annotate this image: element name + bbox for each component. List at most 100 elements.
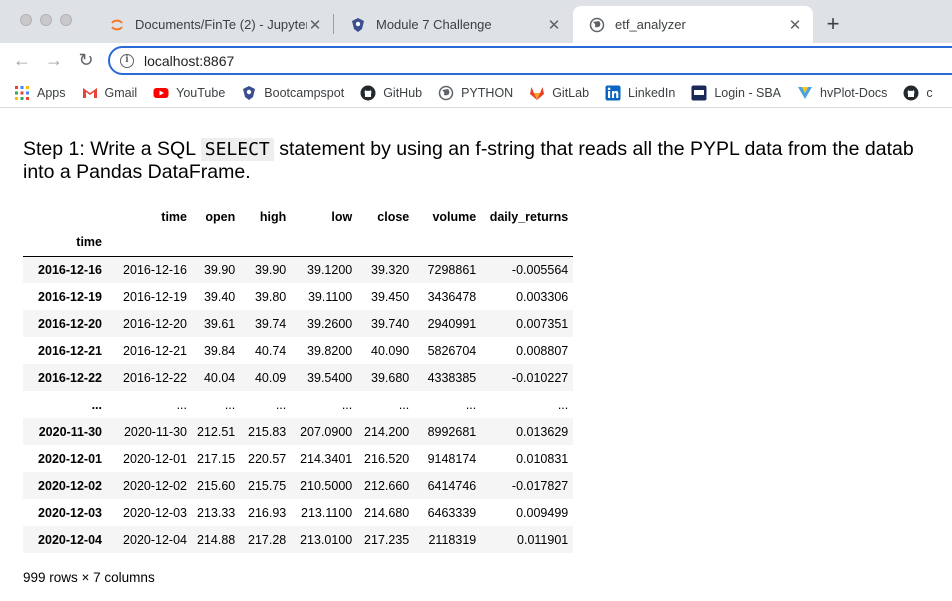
table-cell: ... [398,397,410,412]
table-cell: ... [224,397,236,412]
table-cell: 214.3401 [300,451,353,466]
minimize-window-button[interactable] [40,14,52,26]
url-text[interactable]: localhost:8867 [144,53,234,69]
bookmark-bootcampspot[interactable]: Bootcampspot [241,85,344,101]
table-cell: 213.0100 [300,532,353,547]
bookmark-apps[interactable]: Apps [14,85,66,101]
table-cell: 2016-12-21 [123,343,187,358]
table-cell: 214.680 [364,505,410,520]
column-header: high [259,209,287,224]
bookmark-label: YouTube [176,86,226,100]
table-cell: 39.40 [203,289,236,304]
table-cell: 7298861 [427,262,477,277]
linkedin-icon [605,85,621,101]
row-index: 2020-11-30 [38,424,102,439]
table-cell: 39.1100 [307,289,353,304]
site-info-icon[interactable]: i [120,53,134,68]
table-cell: 2020-11-30 [123,424,187,439]
table-cell: 215.83 [248,424,287,439]
table-row: 2016-12-19 2016-12-19 39.40 39.80 39.1100 39.… [23,283,573,310]
table-cell: 0.003306 [516,289,569,304]
column-header: open [205,209,236,224]
gmail-icon [82,88,97,98]
bookmark-label: Gmail [104,86,138,100]
bookmark-linkedin[interactable]: LinkedIn [605,85,675,101]
bootcamp-icon [243,86,256,100]
table-cell: 6414746 [427,478,477,493]
table-cell: 39.680 [371,370,410,385]
tab-module-7-challenge[interactable]: Module 7 Challenge ✕ [334,6,572,43]
gitlab-icon [530,87,545,100]
table-cell: 0.010831 [516,451,569,466]
blank-header [23,204,107,229]
index-name-row: time [23,229,574,257]
table-cell: -0.017827 [511,478,569,493]
close-window-button[interactable] [20,14,32,26]
tab-close-button[interactable]: ✕ [787,16,803,34]
table-row: 2020-12-01 2020-12-01 217.15 220.57 214.3401… [23,445,573,472]
bookmark-label: Apps [37,86,66,100]
table-cell: 39.90 [254,262,287,277]
tab-close-button[interactable]: ✕ [546,16,562,34]
back-arrow-icon[interactable]: ← [11,49,33,71]
table-cell: 216.93 [248,505,287,520]
forward-arrow-icon[interactable]: → [43,49,65,71]
table-cell: 215.60 [197,478,236,493]
github-icon [360,85,376,101]
table-row: 2020-11-30 2020-11-30 212.51 215.83 207.0900… [23,418,574,445]
tab-etf-analyzer[interactable]: etf_analyzer ✕ [573,6,813,43]
bookmark-label: hvPlot-Docs [820,86,888,100]
table-row: 2020-12-03 2020-12-03 213.33 216.93 213.1100… [23,499,573,526]
column-header-row: time open high low close volume daily_re… [23,204,573,229]
row-index: 2016-12-16 [38,262,102,277]
table-cell: 0.007351 [516,316,569,331]
heading-text: into a Pandas DataFrame. [23,161,251,183]
bookmark-overflow[interactable]: c [903,85,933,101]
bookmark-github[interactable]: GitHub [360,85,422,101]
globe-icon [438,85,454,101]
reload-icon[interactable]: ↻ [75,49,97,71]
browser-toolbar: ← → ↻ i localhost:8867 [0,43,952,79]
table-cell: 0.009499 [516,505,569,520]
column-header: close [377,209,410,224]
table-cell: 39.8200 [307,343,353,358]
table-cell: 212.51 [197,424,236,439]
sba-icon [691,85,707,101]
bookmark-python[interactable]: PYTHON [438,85,513,101]
zoom-window-button[interactable] [60,14,72,26]
table-body: 2016-12-16 2016-12-16 39.90 39.90 39.1200 39.… [23,256,574,553]
bootcamp-icon [352,17,364,32]
bookmark-gitlab[interactable]: GitLab [529,85,589,101]
table-cell: 210.5000 [300,478,353,493]
new-tab-button[interactable]: + [820,12,846,38]
table-cell: 2020-12-02 [123,478,187,493]
table-row: 2020-12-04 2020-12-04 214.88 217.28 213.0100… [23,526,574,553]
table-cell: 3436478 [427,289,477,304]
table-cell: 213.33 [197,505,236,520]
index-name: time [23,229,107,257]
table-cell: 39.5400 [307,370,353,385]
bookmark-youtube[interactable]: YouTube [153,85,225,101]
table-cell: 39.740 [371,316,410,331]
bookmark-label: PYTHON [461,86,514,100]
tab-title: Module 7 Challenge [376,17,492,32]
table-cell: 0.013629 [516,424,569,439]
table-row: 2016-12-22 2016-12-22 40.04 40.09 39.5400 39.… [23,364,574,391]
bookmark-login-sba[interactable]: Login - SBA [691,85,781,101]
table-cell: ... [557,397,569,412]
tab-jupyter[interactable]: Documents/FinTe (2) - Jupyter ✕ [93,6,333,43]
row-index: 2016-12-20 [38,316,102,331]
bookmark-label: GitLab [552,86,590,100]
notebook-content: Step 1: Write a SQL SELECT statement by … [0,108,952,601]
address-bar[interactable]: i localhost:8867 [108,46,952,75]
bookmark-gmail[interactable]: Gmail [82,85,138,101]
table-cell: 0.008807 [516,343,569,358]
table-cell: 39.320 [371,262,410,277]
table-cell: -0.005564 [511,262,569,277]
table-cell: 40.09 [254,370,287,385]
table-cell: 212.660 [364,478,410,493]
column-header: low [331,209,353,224]
tab-close-button[interactable]: ✕ [307,16,323,34]
table-cell: 2016-12-20 [123,316,187,331]
bookmark-hvplot-docs[interactable]: hvPlot-Docs [797,85,887,101]
